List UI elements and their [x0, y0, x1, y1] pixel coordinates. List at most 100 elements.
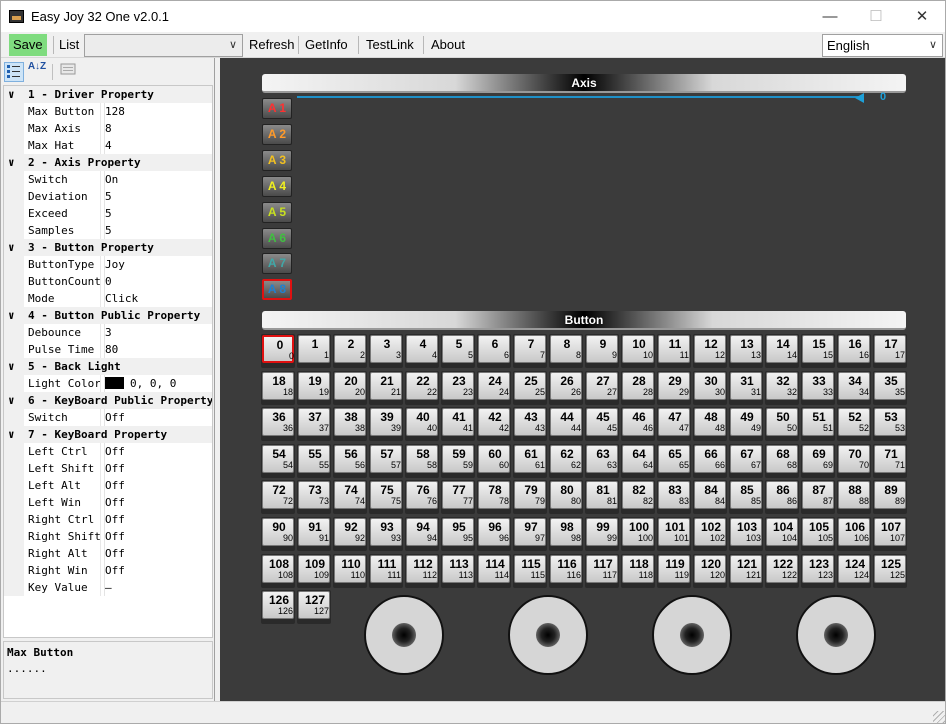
joy-button-6[interactable]: 66	[477, 334, 511, 368]
axis-button-4[interactable]: A 4	[262, 175, 292, 197]
property-row[interactable]: Left Alt Off	[4, 477, 212, 494]
joy-button-94[interactable]: 94 94	[405, 517, 439, 551]
property-value[interactable]: 8	[104, 120, 112, 137]
joy-button-30[interactable]: 30 30	[693, 370, 727, 405]
joy-button-47[interactable]: 47 47	[657, 407, 691, 442]
property-row[interactable]: Right Alt Off	[4, 545, 212, 562]
joy-button-27[interactable]: 27 27	[585, 370, 619, 405]
joy-button-105[interactable]: 105 105	[801, 517, 835, 551]
property-value[interactable]: Off	[104, 511, 125, 528]
joy-button-80[interactable]: 80 80	[549, 480, 583, 515]
joy-button-91[interactable]: 91 91	[297, 517, 331, 551]
joy-button-36[interactable]: 36 36	[261, 407, 295, 442]
joy-button-76[interactable]: 76 76	[405, 480, 439, 515]
property-row[interactable]: Max Axis 8	[4, 120, 212, 137]
joy-button-35[interactable]: 35 35	[873, 370, 907, 405]
joy-button-54[interactable]: 54 54	[261, 443, 295, 478]
property-category[interactable]: ∨ 5 - Back Light	[4, 358, 212, 375]
joy-button-127[interactable]: 127 127	[297, 590, 331, 625]
property-row[interactable]: Mode Click	[4, 290, 212, 307]
joy-button-110[interactable]: 110 110	[333, 553, 367, 588]
close-button[interactable]: ✕	[899, 1, 945, 32]
property-value[interactable]: On	[104, 171, 118, 188]
joy-button-64[interactable]: 64 64	[621, 443, 655, 478]
joy-button-0[interactable]: 00	[261, 334, 295, 368]
joy-button-11[interactable]: 11 11	[657, 334, 691, 368]
joy-button-112[interactable]: 112 112	[405, 553, 439, 588]
property-row[interactable]: Left Win Off	[4, 494, 212, 511]
joy-button-98[interactable]: 98 98	[549, 517, 583, 551]
minimize-button[interactable]: —	[807, 1, 853, 32]
joy-button-42[interactable]: 42 42	[477, 407, 511, 442]
joy-button-79[interactable]: 79 79	[513, 480, 547, 515]
joy-button-86[interactable]: 86 86	[765, 480, 799, 515]
joy-button-25[interactable]: 25 25	[513, 370, 547, 405]
joy-button-85[interactable]: 85 85	[729, 480, 763, 515]
axis-button-1[interactable]: A 1	[262, 98, 292, 119]
joy-button-92[interactable]: 92 92	[333, 517, 367, 551]
property-category[interactable]: ∨ 2 - Axis Property	[4, 154, 212, 171]
joy-button-87[interactable]: 87 87	[801, 480, 835, 515]
property-row[interactable]: Key Value —	[4, 579, 212, 596]
joy-button-68[interactable]: 68 68	[765, 443, 799, 478]
joy-button-83[interactable]: 83 83	[657, 480, 691, 515]
axis-button-3[interactable]: A 3	[262, 149, 292, 171]
joy-button-89[interactable]: 89 89	[873, 480, 907, 515]
joy-button-55[interactable]: 55 55	[297, 443, 331, 478]
hat-switch-1[interactable]	[364, 595, 444, 675]
joy-button-53[interactable]: 53 53	[873, 407, 907, 442]
property-row[interactable]: Max Button 128	[4, 103, 212, 120]
joy-button-73[interactable]: 73 73	[297, 480, 331, 515]
axis-button-5[interactable]: A 5	[262, 201, 292, 223]
joy-button-90[interactable]: 90 90	[261, 517, 295, 551]
property-row[interactable]: Right Shift Off	[4, 528, 212, 545]
joy-button-9[interactable]: 99	[585, 334, 619, 368]
property-row[interactable]: Switch Off	[4, 409, 212, 426]
joy-button-16[interactable]: 16 16	[837, 334, 871, 368]
axis-slider-track[interactable]	[297, 96, 863, 98]
property-row[interactable]: Exceed 5	[4, 205, 212, 222]
axis-button-7[interactable]: A 7	[262, 253, 292, 275]
joy-button-113[interactable]: 113 113	[441, 553, 475, 588]
joy-button-22[interactable]: 22 22	[405, 370, 439, 405]
joy-button-111[interactable]: 111 111	[369, 553, 403, 588]
property-value[interactable]: 5	[104, 205, 112, 222]
joy-button-49[interactable]: 49 49	[729, 407, 763, 442]
hat-switch-3[interactable]	[652, 595, 732, 675]
property-row[interactable]: ButtonType Joy	[4, 256, 212, 273]
chevron-down-icon[interactable]: ∨	[8, 392, 22, 409]
property-row[interactable]: Right Win Off	[4, 562, 212, 579]
property-value[interactable]: Off	[104, 477, 125, 494]
joy-button-2[interactable]: 22	[333, 334, 367, 368]
joy-button-19[interactable]: 19 19	[297, 370, 331, 405]
joy-button-37[interactable]: 37 37	[297, 407, 331, 442]
joy-button-34[interactable]: 34 34	[837, 370, 871, 405]
joy-button-48[interactable]: 48 48	[693, 407, 727, 442]
joy-button-103[interactable]: 103 103	[729, 517, 763, 551]
categorized-icon[interactable]	[4, 62, 24, 82]
hat-switch-4[interactable]	[796, 595, 876, 675]
property-value[interactable]: Off	[104, 562, 125, 579]
list-combobox[interactable]: ∨	[84, 34, 243, 57]
joy-button-84[interactable]: 84 84	[693, 480, 727, 515]
joy-button-121[interactable]: 121 121	[729, 553, 763, 588]
property-value[interactable]: 0	[104, 273, 112, 290]
property-value[interactable]: Off	[104, 545, 125, 562]
property-value[interactable]: 4	[104, 137, 112, 154]
property-value[interactable]: Off	[104, 460, 125, 477]
joy-button-32[interactable]: 32 32	[765, 370, 799, 405]
property-category[interactable]: ∨ 3 - Button Property	[4, 239, 212, 256]
joy-button-119[interactable]: 119 119	[657, 553, 691, 588]
joy-button-26[interactable]: 26 26	[549, 370, 583, 405]
property-value[interactable]: Off	[104, 528, 125, 545]
joy-button-93[interactable]: 93 93	[369, 517, 403, 551]
property-value[interactable]: —	[104, 579, 112, 596]
joy-button-38[interactable]: 38 38	[333, 407, 367, 442]
property-value[interactable]: Click	[104, 290, 138, 307]
joy-button-106[interactable]: 106 106	[837, 517, 871, 551]
property-value[interactable]: 5	[104, 222, 112, 239]
property-category[interactable]: ∨ 6 - KeyBoard Public Property	[4, 392, 212, 409]
joy-button-126[interactable]: 126 126	[261, 590, 295, 625]
property-row[interactable]: Right Ctrl Off	[4, 511, 212, 528]
about-button[interactable]: About	[427, 34, 469, 56]
